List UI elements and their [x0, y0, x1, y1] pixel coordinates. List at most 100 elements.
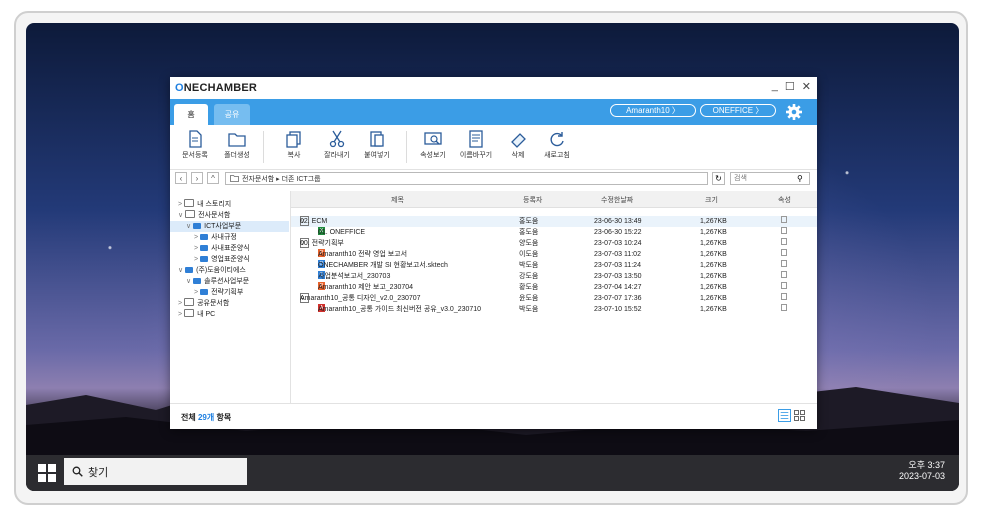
folder-icon: [230, 175, 239, 182]
breadcrumb[interactable]: 전자문서함 ▸ 더존 ICT그룹: [225, 172, 708, 185]
minimize-button[interactable]: _: [772, 80, 778, 93]
copy-icon: [286, 131, 301, 148]
onechamber-window: ONECHAMBER _ ☐ ✕ 홈 공유 Amaranth10 〉 ONEFF…: [170, 77, 817, 429]
folder-icon: [200, 234, 209, 240]
grid-view-icon[interactable]: [793, 409, 806, 422]
table-row[interactable]: O ONECHAMBER 개발 SI 현황보고서.sktech 박도움 23-07-…: [291, 260, 817, 271]
clock-time: 오후 3:37: [908, 460, 945, 470]
taskbar: 찾기 오후 3:37 2023-07-03: [26, 455, 959, 491]
attribute-icon: [781, 238, 787, 245]
folder-icon: [185, 267, 194, 273]
scissors-icon: [329, 130, 345, 148]
tab-share[interactable]: 공유: [214, 104, 250, 125]
status-bar: 전체 29개 항목: [170, 403, 817, 430]
properties-button[interactable]: 속성보기: [413, 130, 453, 160]
search-icon[interactable]: ⚲: [797, 174, 803, 183]
list-view-icon[interactable]: [778, 409, 791, 422]
eraser-icon: [511, 133, 526, 148]
tree-item-solution-division[interactable]: ∨ 솔루션사업부문: [186, 276, 249, 287]
attribute-icon: [781, 260, 787, 267]
tree-item-strategy-dept[interactable]: > 전략기획부: [194, 287, 243, 298]
attribute-icon: [781, 271, 787, 278]
folder-icon: [185, 210, 196, 218]
attribute-icon: [781, 282, 787, 289]
register-document-button[interactable]: 문서등록: [175, 130, 215, 160]
search-icon: [72, 466, 83, 477]
tree-item-doum-its[interactable]: ∨ (주)도움이티에스: [178, 265, 246, 276]
folder-icon: [200, 245, 209, 251]
column-title[interactable]: 제목: [391, 195, 404, 205]
column-attributes[interactable]: 속성: [778, 195, 791, 205]
taskbar-search[interactable]: 찾기: [64, 458, 247, 485]
up-button[interactable]: ^: [207, 172, 219, 184]
cut-button[interactable]: 잘라내기: [317, 130, 357, 160]
folder-icon: [200, 289, 209, 295]
attribute-icon: [781, 304, 787, 311]
address-refresh-button[interactable]: ↻: [712, 172, 725, 185]
breadcrumb-path: 전자문서함 ▸ 더존 ICT그룹: [242, 175, 321, 183]
tree-item-internal-rules[interactable]: > 사내규정: [194, 232, 237, 243]
paste-icon: [370, 131, 384, 147]
attribute-icon: [781, 249, 787, 256]
rename-icon: [469, 130, 483, 148]
file-list: 제목 등록자 수정한날짜 크기 속성 ∨ 02. ECM 홍도움 23-06-30 …: [291, 191, 817, 403]
tree-item-ict-division[interactable]: ∨ ICT사업부문: [170, 221, 289, 232]
tab-home[interactable]: 홈: [174, 104, 208, 125]
system-clock[interactable]: 오후 3:37 2023-07-03: [899, 460, 945, 482]
tree-item-sales-templates[interactable]: > 영업표준양식: [194, 254, 250, 265]
attribute-icon: [781, 293, 787, 300]
amaranth10-link[interactable]: Amaranth10 〉: [610, 104, 696, 117]
folder-icon: [228, 133, 246, 147]
attribute-icon: [781, 227, 787, 234]
file-list-header: 제목 등록자 수정한날짜 크기 속성: [291, 191, 817, 208]
folder-icon: [193, 278, 202, 284]
tree-item-my-pc[interactable]: > 내 PC: [178, 309, 215, 320]
clock-date: 2023-07-03: [898, 471, 945, 481]
tree-item-company-docs[interactable]: ∨ 전사문서함: [178, 210, 230, 221]
folder-icon: [184, 298, 195, 306]
pc-icon: [184, 309, 195, 317]
refresh-button[interactable]: 새로고침: [537, 130, 577, 160]
document-icon: [189, 130, 202, 148]
tree-item-my-storage[interactable]: > 내 스토리지: [178, 199, 231, 210]
toolbar-separator: [406, 131, 407, 163]
properties-icon: [424, 132, 442, 145]
column-modified[interactable]: 수정한날짜: [601, 195, 633, 205]
maximize-button[interactable]: ☐: [785, 80, 795, 93]
title-bar: ONECHAMBER _ ☐ ✕: [170, 77, 817, 99]
close-button[interactable]: ✕: [802, 80, 811, 93]
delete-button[interactable]: 삭제: [498, 130, 538, 160]
toolbar: 문서등록 폴더생성 복사 잘라내기 붙여넣기 속성보기 이름바꾸기 삭제 새로고…: [170, 125, 817, 170]
table-row[interactable]: A Amaranth10_공통 가이드 최신버전 공유_v3.0_230710 박…: [291, 304, 817, 315]
refresh-icon: [550, 132, 564, 147]
copy-button[interactable]: 복사: [274, 130, 314, 160]
back-button[interactable]: ‹: [175, 172, 187, 184]
oneffice-link[interactable]: ONEFFICE 〉: [700, 104, 776, 117]
table-row[interactable]: P Amaranth10 전략 영업 보고서 이도움 23-07-03 11:02 1…: [291, 249, 817, 260]
tree-item-internal-templates[interactable]: > 사내표준양식: [194, 243, 250, 254]
table-row[interactable]: P Amaranth10 제안 보고_230704 황도움 23-07-04 14:…: [291, 282, 817, 293]
create-folder-button[interactable]: 폴더생성: [217, 130, 257, 160]
forward-button[interactable]: ›: [191, 172, 203, 184]
folder-icon: [193, 223, 202, 229]
address-bar: ‹ › ^ 전자문서함 ▸ 더존 ICT그룹 ↻ ⚲: [170, 169, 817, 189]
column-size[interactable]: 크기: [705, 195, 718, 205]
table-row[interactable]: X 01. ONEFFICE 홍도움 23-06-30 15:22 1,267KB: [291, 227, 817, 238]
table-row[interactable]: ∨ Amaranth10_공통 디자인_v2.0_230707 윤도움 23-07-…: [291, 293, 817, 304]
table-row[interactable]: O 사업분석보고서_230703 강도움 23-07-03 13:50 1,267KB: [291, 271, 817, 282]
column-owner[interactable]: 등록자: [523, 195, 542, 205]
attribute-icon: [781, 216, 787, 223]
table-row[interactable]: ∨ 00. 전략기획부 양도움 23-07-03 10:24 1,267KB: [291, 238, 817, 249]
app-logo: ONECHAMBER: [175, 82, 258, 94]
tree-item-shared-docs[interactable]: > 공유문서함: [178, 298, 229, 309]
paste-button[interactable]: 붙여넣기: [357, 130, 397, 160]
windows-start-icon[interactable]: [38, 464, 56, 482]
folder-icon: [200, 256, 209, 262]
gear-icon[interactable]: [785, 103, 803, 121]
ribbon-tabs: 홈 공유 Amaranth10 〉 ONEFFICE 〉: [170, 99, 817, 125]
table-row[interactable]: ∨ 02. ECM 홍도움 23-06-30 13:49 1,267KB: [291, 216, 817, 227]
folder-tree: > 내 스토리지 ∨ 전사문서함 ∨ ICT사업부문 > 사내규정 > 사내표준양식 > 영…: [170, 191, 291, 403]
rename-button[interactable]: 이름바꾸기: [456, 130, 496, 160]
storage-icon: [184, 199, 195, 207]
item-count: 전체 29개 항목: [181, 413, 232, 422]
